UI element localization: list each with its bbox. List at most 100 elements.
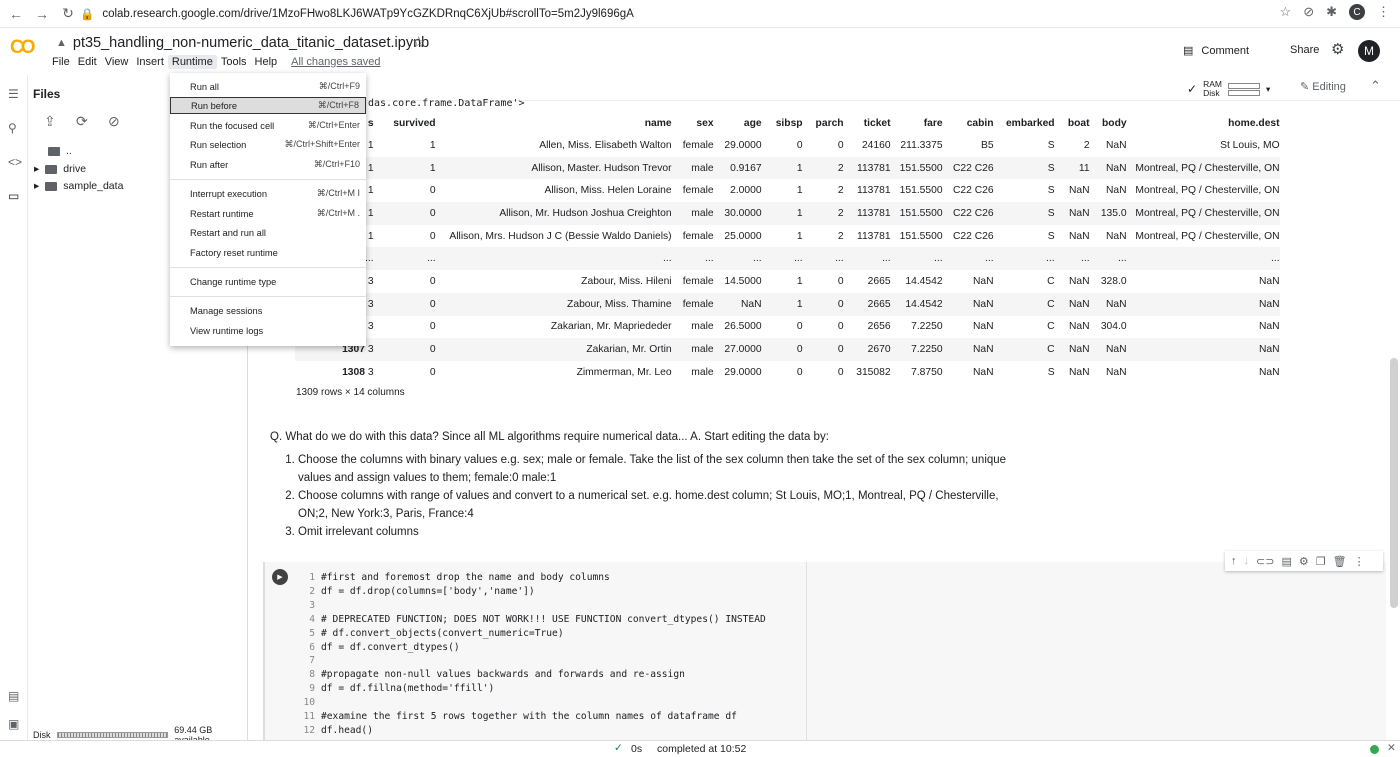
code-text: df = df.convert_dtypes() bbox=[321, 641, 460, 653]
menu-item-run-before[interactable]: Run before ⌘/Ctrl+F8 bbox=[170, 97, 366, 114]
table-row: 1 1 Allison, Master. Hudson Trevor male 0.91… bbox=[295, 156, 1280, 180]
block-icon[interactable]: ⊘ bbox=[1303, 4, 1314, 20]
table-cell: ... bbox=[713, 247, 762, 271]
list-item: Choose columns with range of values and … bbox=[298, 487, 1030, 523]
address-bar[interactable]: 🔒 colab.research.google.com/drive/1MzoFH… bbox=[80, 3, 1305, 25]
code-text: df = df.fillna(method='ffill') bbox=[321, 683, 495, 695]
menu-edit[interactable]: Edit bbox=[74, 55, 101, 69]
user-avatar[interactable]: M bbox=[1358, 40, 1380, 62]
colab-logo[interactable]: CO bbox=[10, 37, 35, 59]
chevron-up-icon[interactable]: ⌃ bbox=[1370, 78, 1381, 94]
menu-item-factory-reset-runtime[interactable]: Factory reset runtime bbox=[170, 244, 366, 261]
text-cell[interactable]: Q. What do we do with this data? Since a… bbox=[270, 428, 1030, 541]
menu-item-run-all[interactable]: Run all ⌘/Ctrl+F9 bbox=[170, 78, 366, 95]
file-tree-item[interactable]: ▸ sample_data bbox=[34, 180, 123, 192]
menu-item-interrupt-execution[interactable]: Interrupt execution ⌘/Ctrl+M I bbox=[170, 185, 366, 202]
table-cell: 151.5500 bbox=[890, 156, 943, 180]
move-up-icon[interactable]: ↑ bbox=[1231, 555, 1237, 567]
menu-insert[interactable]: Insert bbox=[132, 55, 168, 69]
mirror-cell-icon[interactable]: ❐ bbox=[1316, 555, 1326, 568]
move-down-icon[interactable]: ↓ bbox=[1244, 555, 1250, 567]
chevron-right-icon[interactable]: ▸ bbox=[34, 180, 39, 192]
table-row: 1 0 Allison, Miss. Helen Loraine female 2.00… bbox=[295, 179, 1280, 202]
code-column-guide bbox=[806, 562, 807, 740]
table-cell: ... bbox=[843, 247, 891, 271]
table-cell: 27.0000 bbox=[713, 338, 762, 361]
delete-icon[interactable]: 🗑 bbox=[1333, 555, 1347, 568]
file-tree-item[interactable]: .. bbox=[48, 145, 72, 157]
chevron-right-icon[interactable]: ▸ bbox=[34, 163, 39, 175]
table-cell: 0 bbox=[837, 366, 844, 378]
menu-item-restart-runtime[interactable]: Restart runtime ⌘/Ctrl+M . bbox=[170, 205, 366, 222]
code-text: #examine the first 5 rows together with … bbox=[321, 711, 737, 723]
table-cell: S bbox=[1047, 139, 1055, 151]
mount-drive-icon[interactable]: ⊘ bbox=[108, 113, 120, 130]
table-cell: ... bbox=[1126, 247, 1280, 271]
table-cell: 0 bbox=[373, 292, 436, 316]
close-icon[interactable]: ✕ bbox=[1387, 742, 1396, 754]
menu-runtime[interactable]: Runtime bbox=[167, 55, 217, 69]
line-number: 10 bbox=[303, 697, 315, 709]
files-icon[interactable]: ▭ bbox=[8, 189, 19, 203]
menu-item-change-runtime-type[interactable]: Change runtime type bbox=[170, 273, 366, 290]
menu-tools[interactable]: Tools bbox=[217, 55, 251, 69]
menu-item-run-after[interactable]: Run after ⌘/Ctrl+F10 bbox=[170, 156, 366, 173]
bookmark-star-icon[interactable]: ☆ bbox=[1280, 4, 1292, 20]
table-cell: NaN bbox=[1054, 292, 1090, 316]
code-editor[interactable]: 1 #first and foremost drop the name and b… bbox=[301, 571, 765, 738]
menu-item-run-selection[interactable]: Run selection ⌘/Ctrl+Shift+Enter bbox=[170, 136, 366, 153]
line-number: 4 bbox=[309, 613, 315, 625]
upload-icon[interactable]: ⇪ bbox=[44, 113, 56, 130]
code-cell[interactable]: ▶ 1 #first and foremost drop the name and… bbox=[263, 562, 1386, 740]
reload-icon[interactable]: ↻ bbox=[58, 5, 78, 22]
menu-item-restart-and-run-all[interactable]: Restart and run all bbox=[170, 224, 366, 241]
command-palette-icon[interactable]: ▤ bbox=[8, 689, 19, 703]
extensions-icon[interactable]: ✱ bbox=[1326, 4, 1337, 20]
table-cell: ... bbox=[1054, 247, 1090, 271]
menu-item-view-runtime-logs[interactable]: View runtime logs bbox=[170, 322, 366, 339]
menu-help[interactable]: Help bbox=[251, 55, 282, 69]
table-of-contents-icon[interactable]: ☰ bbox=[8, 87, 19, 101]
menu-item-run-focused-cell[interactable]: Run the focused cell ⌘/Ctrl+Enter bbox=[170, 117, 366, 134]
comment-cell-icon[interactable]: ▤ bbox=[1281, 555, 1291, 568]
terminal-icon[interactable]: ▣ bbox=[8, 717, 19, 731]
comment-button[interactable]: ▤ Comment bbox=[1183, 44, 1249, 58]
share-button[interactable]: Share bbox=[1290, 44, 1319, 56]
cell-settings-gear-icon[interactable]: ⚙ bbox=[1299, 555, 1309, 568]
menu-file[interactable]: File bbox=[48, 55, 74, 69]
code-snippets-icon[interactable]: <> bbox=[8, 155, 22, 169]
file-tree-label: sample_data bbox=[63, 180, 124, 192]
table-cell: NaN bbox=[1068, 321, 1090, 333]
table-cell: 2665 bbox=[867, 275, 891, 287]
table-row: 1307 3 0 Zakarian, Mr. Ortin male 27.0000 0 0 26… bbox=[295, 338, 1280, 361]
notebook-title[interactable]: ▲ pt35_handling_non-numeric_data_titanic… bbox=[56, 35, 429, 51]
search-icon[interactable]: ⚲ bbox=[8, 121, 17, 135]
menu-view[interactable]: View bbox=[101, 55, 133, 69]
table-cell: NaN bbox=[1126, 338, 1280, 361]
refresh-folder-icon[interactable]: ⟳ bbox=[76, 113, 88, 130]
chevron-down-icon[interactable]: ▾ bbox=[1266, 84, 1270, 95]
table-cell: NaN bbox=[1089, 156, 1127, 180]
notebook-title-text[interactable]: pt35_handling_non-numeric_data_titanic_d… bbox=[73, 35, 429, 51]
save-status-link[interactable]: All changes saved bbox=[287, 55, 384, 69]
link-icon[interactable]: ⊂⊃ bbox=[1256, 555, 1274, 568]
table-cell: Allison, Master. Hudson Trevor bbox=[435, 156, 672, 180]
browser-profile-avatar[interactable]: C bbox=[1349, 4, 1365, 20]
editing-mode-button[interactable]: ✎ Editing bbox=[1300, 80, 1346, 93]
back-icon[interactable]: ← bbox=[6, 6, 26, 22]
settings-gear-icon[interactable]: ⚙ bbox=[1331, 40, 1344, 58]
table-cell: ... bbox=[761, 247, 803, 271]
table-cell: NaN bbox=[1105, 185, 1127, 197]
star-icon[interactable]: ☆ bbox=[412, 33, 425, 51]
menu-item-label: Restart and run all bbox=[190, 227, 266, 238]
column-header: s bbox=[367, 117, 374, 129]
forward-icon[interactable]: → bbox=[32, 6, 52, 22]
file-tree-item[interactable]: ▸ drive bbox=[34, 163, 86, 175]
run-cell-button[interactable]: ▶ bbox=[272, 569, 288, 585]
browser-menu-icon[interactable]: ⋮ bbox=[1377, 4, 1390, 20]
more-icon[interactable]: ⋮ bbox=[1354, 555, 1365, 568]
menu-item-manage-sessions[interactable]: Manage sessions bbox=[170, 302, 366, 319]
table-cell: 0 bbox=[837, 275, 844, 287]
scrollbar[interactable] bbox=[1390, 358, 1398, 608]
resource-monitor[interactable]: ✓ RAM Disk ▾ bbox=[1187, 80, 1270, 98]
